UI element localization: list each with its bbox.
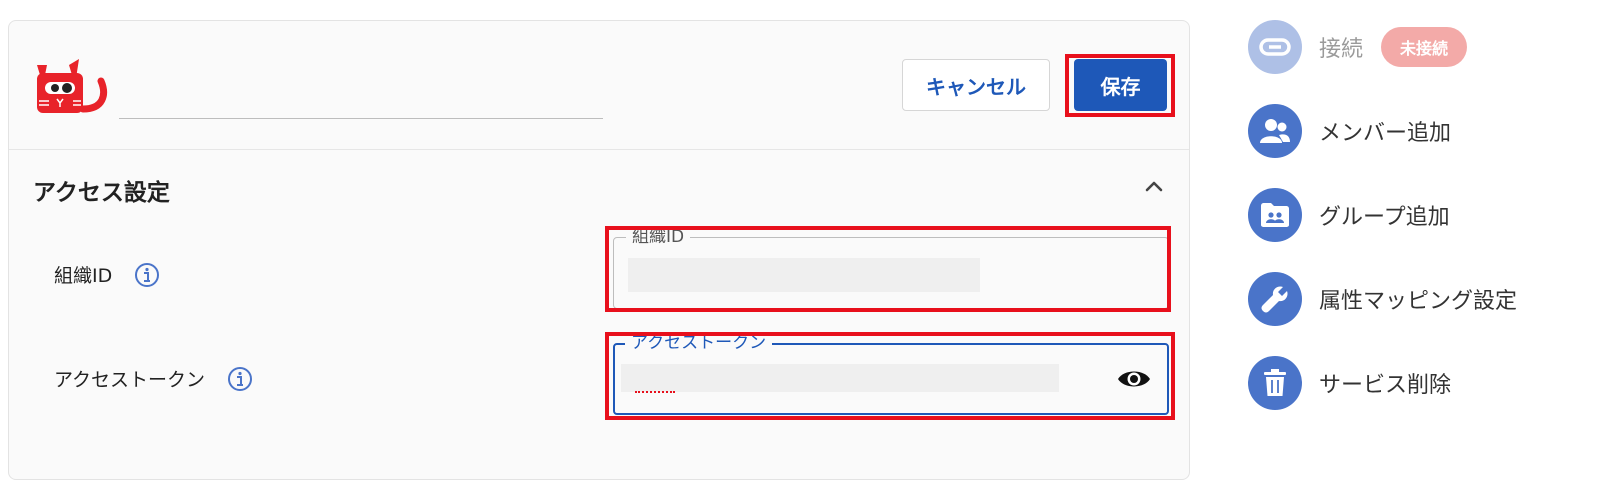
cancel-button[interactable]: キャンセル bbox=[902, 59, 1050, 111]
org-id-label: 組織ID bbox=[54, 265, 113, 287]
sidebar-item-delete-service[interactable]: サービス削除 bbox=[1248, 356, 1451, 410]
group-folder-icon bbox=[1248, 188, 1302, 242]
sidebar-item-label: メンバー追加 bbox=[1319, 121, 1452, 146]
users-icon bbox=[1248, 104, 1302, 158]
card-header: キャンセル 保存 bbox=[9, 21, 1189, 150]
info-icon[interactable] bbox=[227, 366, 253, 392]
sidebar-item-label: サービス削除 bbox=[1319, 373, 1452, 398]
chevron-up-icon[interactable] bbox=[1142, 175, 1166, 199]
link-icon bbox=[1248, 20, 1302, 74]
sidebar-item-label: グループ追加 bbox=[1319, 205, 1450, 230]
service-logo-icon bbox=[37, 59, 108, 113]
section-title: アクセス設定 bbox=[33, 180, 170, 206]
sidebar-item-attribute-mapping[interactable]: 属性マッピング設定 bbox=[1248, 272, 1517, 326]
highlight-org-id bbox=[605, 226, 1171, 312]
sidebar-item-label: 接続 bbox=[1319, 37, 1364, 62]
sidebar-item-label: 属性マッピング設定 bbox=[1319, 289, 1518, 314]
status-badge: 未接続 bbox=[1381, 27, 1468, 67]
access-token-row: アクセストークン bbox=[54, 365, 253, 392]
highlight-access-token bbox=[605, 332, 1175, 420]
service-name-input[interactable] bbox=[119, 118, 603, 119]
wrench-icon bbox=[1248, 272, 1302, 326]
highlight-save bbox=[1065, 54, 1175, 117]
sidebar-item-connect: 接続 未接続 bbox=[1248, 20, 1468, 74]
info-icon[interactable] bbox=[134, 262, 160, 288]
trash-icon bbox=[1248, 356, 1302, 410]
sidebar-item-add-group[interactable]: グループ追加 bbox=[1248, 188, 1450, 242]
access-token-label: アクセストークン bbox=[54, 369, 206, 391]
sidebar-item-add-member[interactable]: メンバー追加 bbox=[1248, 104, 1451, 158]
org-id-row: 組織ID bbox=[54, 261, 160, 288]
